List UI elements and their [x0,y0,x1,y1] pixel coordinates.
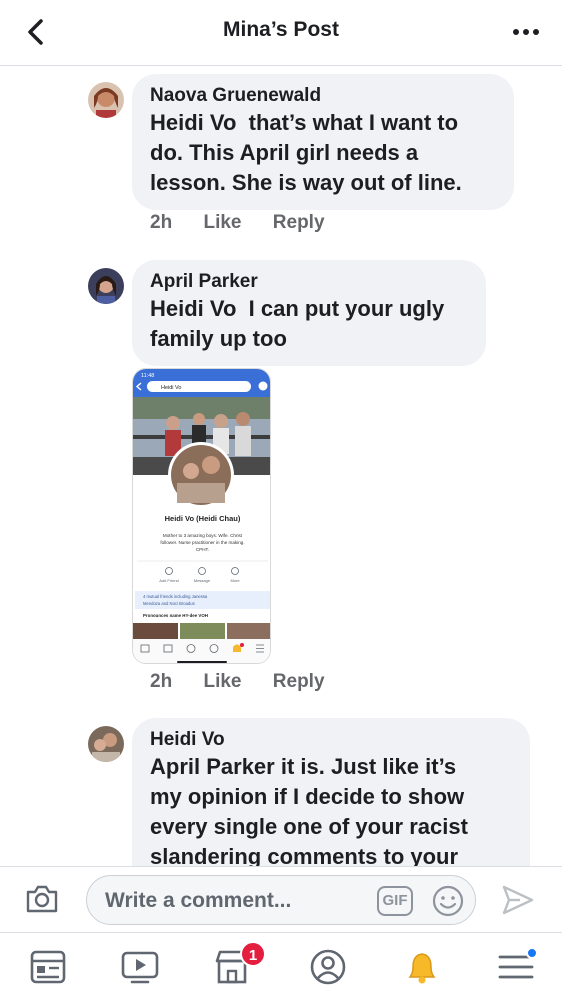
comment-actions: 2h Like Reply [150,671,351,693]
comment-text: Heidi Vo I can put your ugly family up t… [150,296,445,351]
watch-icon[interactable] [120,947,160,987]
attached-screenshot[interactable]: 11:48 Heidi Vo Heidi Vo (Heidi Chau) Mot… [132,368,271,664]
camera-icon[interactable] [24,883,60,915]
comment-bubble[interactable]: Heidi Vo April Parker it is. Just like i… [132,718,530,866]
notification-badge: 1 [240,941,266,967]
shot-profile-name: Heidi Vo (Heidi Chau) [165,514,241,523]
news-feed-icon[interactable] [28,947,68,987]
send-icon[interactable] [500,883,536,917]
comment-placeholder: Write a comment... [105,889,292,912]
notifications-bell-icon[interactable] [402,947,442,987]
svg-text:follower. Nurse practitioner i: follower. Nurse practitioner in the maki… [160,540,244,545]
mention-link[interactable]: Heidi Vo [150,296,236,321]
avatar[interactable] [88,82,124,118]
gif-button[interactable]: GIF [377,886,413,916]
svg-text:CPHT.: CPHT. [196,547,209,552]
reply-button[interactable]: Reply [273,671,325,692]
bottom-tab-bar: 1 [0,932,562,1000]
comment-author[interactable]: April Parker [150,270,468,294]
comment-bubble[interactable]: April Parker Heidi Vo I can put your ugl… [132,260,486,366]
svg-text:Add Friend: Add Friend [159,578,179,583]
comment-author[interactable]: Naova Gruenewald [150,84,496,108]
svg-text:4 mutual friends including Jan: 4 mutual friends including Janessa [143,594,208,599]
shot-status-time: 11:48 [141,373,154,379]
svg-text:Mendoza and Noci Broadus: Mendoza and Noci Broadus [143,601,195,606]
svg-text:Pronounces name HY-dee VOH: Pronounces name HY-dee VOH [143,613,208,618]
svg-text:Message: Message [194,578,211,583]
comments-feed[interactable]: Naova Gruenewald Heidi Vo that’s what I … [0,66,562,866]
page-title: Mina’s Post [223,18,339,41]
comment-timestamp: 2h [150,671,173,692]
mention-link[interactable]: April Parker [150,754,275,779]
shot-search-text: Heidi Vo [161,385,182,391]
comment-author[interactable]: Heidi Vo [150,728,512,752]
menu-notification-dot [526,947,538,959]
comment-timestamp: 2h [150,212,173,233]
comment-actions: 2h Like Reply [150,212,351,234]
like-button[interactable]: Like [203,671,241,692]
comment-composer: Write a comment... GIF [0,866,562,932]
comment-text: Heidi Vo that’s what I want to do. This … [150,110,462,195]
emoji-icon[interactable] [431,884,465,918]
avatar[interactable] [88,726,124,762]
like-button[interactable]: Like [203,212,241,233]
comment-bubble[interactable]: Naova Gruenewald Heidi Vo that’s what I … [132,74,514,210]
comment-text: April Parker it is. Just like it’s my op… [150,754,468,866]
svg-text:Mother to 3 amazing boys. Wife: Mother to 3 amazing boys. Wife. Christ [163,533,243,538]
svg-text:More: More [230,578,240,583]
avatar[interactable] [88,268,124,304]
top-bar: Mina’s Post [0,0,562,66]
mention-link[interactable]: Heidi Vo [150,110,236,135]
more-options-icon[interactable] [510,22,542,42]
profile-icon[interactable] [308,947,348,987]
reply-button[interactable]: Reply [273,212,325,233]
comment-input[interactable]: Write a comment... GIF [86,875,476,925]
